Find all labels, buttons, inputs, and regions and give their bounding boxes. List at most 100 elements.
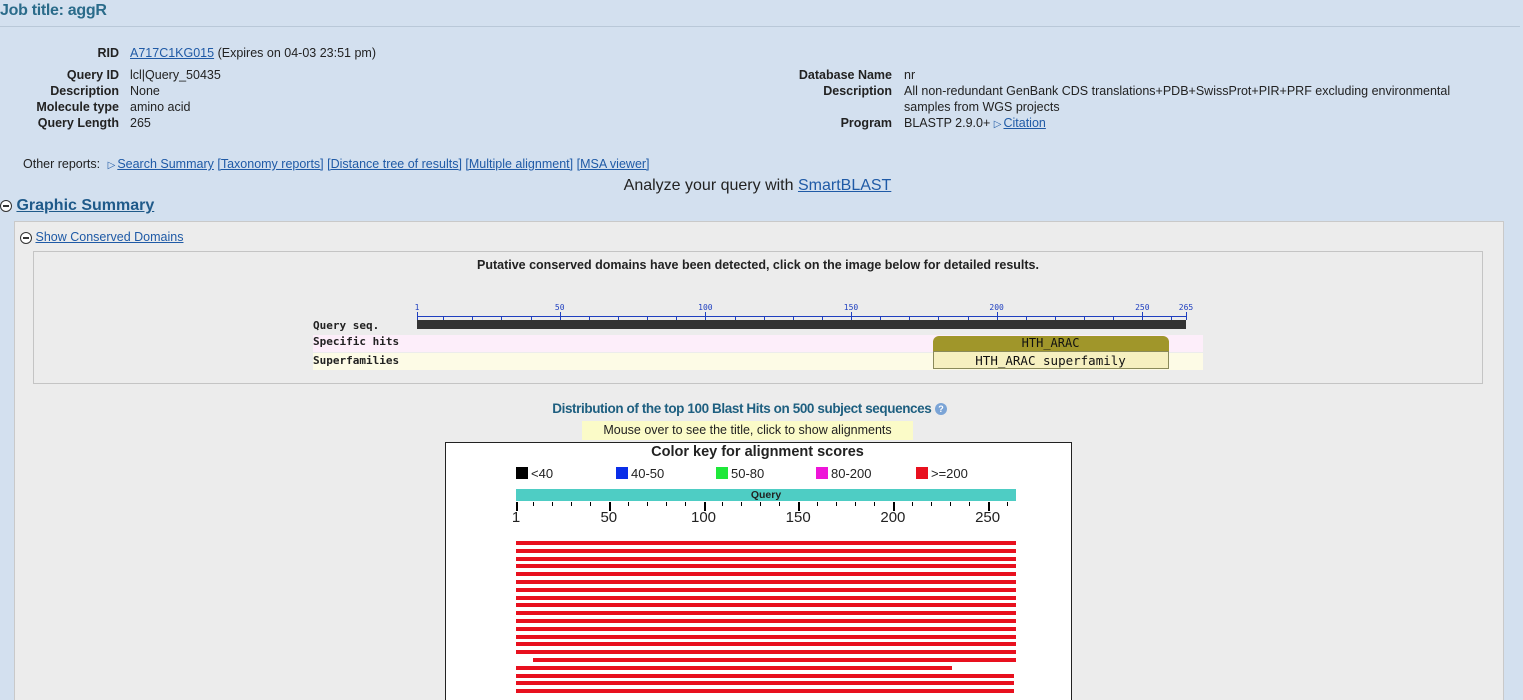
ruler-tick-label: 100	[698, 303, 713, 312]
axis-minor-tick	[665, 502, 667, 506]
smartblast-text: Analyze your query with	[623, 177, 794, 194]
rid-expires: (Expires on 04-03 23:51 pm)	[217, 46, 376, 60]
axis-minor-tick	[627, 502, 629, 506]
color-key-lt40: <40	[516, 466, 553, 481]
color-key-title: Color key for alignment scores	[651, 444, 864, 460]
ruler-tick-label: 1	[414, 303, 420, 312]
ruler-minor-tick	[1025, 316, 1027, 320]
smartblast-link[interactable]: SmartBLAST	[798, 177, 891, 194]
superfamily-hit-hth-arac[interactable]: HTH_ARAC superfamily	[932, 351, 1169, 369]
ruler-tick	[851, 312, 853, 320]
program-value: BLASTP 2.9.0+	[904, 116, 991, 130]
axis-minor-tick	[722, 502, 724, 506]
ruler-minor-tick	[1171, 316, 1173, 320]
program-label: Program	[840, 116, 892, 130]
taxonomy-reports-link[interactable]: [Taxonomy reports]	[217, 157, 323, 171]
mouseover-tooltip: Mouse over to see the title, click to sh…	[582, 421, 913, 440]
hit-bar[interactable]	[516, 541, 1016, 545]
db-description-line2: samples from WGS projects	[904, 100, 1060, 114]
hit-bar[interactable]	[516, 556, 1016, 561]
citation-link[interactable]: Citation	[1003, 116, 1045, 130]
distance-tree-link[interactable]: [Distance tree of results]	[327, 157, 462, 171]
ruler-tick-label: 265	[1178, 303, 1194, 312]
axis-minor-tick	[930, 502, 932, 506]
collapse-minus-icon[interactable]	[20, 231, 32, 244]
ruler-minor-tick	[647, 316, 649, 320]
hit-bar[interactable]	[516, 673, 1015, 678]
axis-minor-tick	[760, 502, 762, 506]
color-swatch	[616, 467, 628, 479]
hit-bar[interactable]	[516, 619, 1016, 623]
ruler-minor-tick	[880, 316, 882, 320]
color-swatch	[816, 467, 828, 479]
color-key-gte200: >=200	[916, 466, 968, 481]
hit-bar[interactable]	[516, 611, 1016, 616]
rid-row: A717C1KG015 (Expires on 04-03 23:51 pm)	[130, 46, 376, 60]
rid-label: RID	[97, 46, 119, 60]
query-length-label: Query Length	[37, 116, 119, 130]
multiple-alignment-link[interactable]: [Multiple alignment]	[465, 157, 573, 171]
color-key-80-200: 80-200	[816, 466, 871, 481]
hit-bar[interactable]	[516, 564, 1016, 569]
query-seq-label: Query seq.	[313, 319, 380, 332]
hit-bar[interactable]	[516, 634, 1016, 639]
ruler-minor-tick	[530, 316, 532, 320]
axis-tick-label: 250	[975, 509, 1001, 526]
graphic-summary-header[interactable]: Graphic Summary	[0, 197, 154, 215]
axis-minor-tick	[684, 502, 686, 506]
hit-bar[interactable]	[516, 650, 1016, 655]
hit-bar[interactable]	[516, 626, 1016, 631]
hit-bar[interactable]	[516, 572, 1016, 577]
hit-bar[interactable]	[516, 603, 1016, 608]
color-swatch	[916, 467, 928, 479]
ruler-tick	[559, 312, 561, 320]
database-name-value: nr	[904, 68, 916, 82]
hit-bar[interactable]	[516, 587, 1016, 592]
hit-bar[interactable]	[533, 658, 1016, 662]
hit-bar[interactable]	[516, 681, 1015, 686]
show-conserved-domains-toggle[interactable]: Show Conserved Domains	[20, 230, 183, 244]
specific-hit-hth-arac[interactable]: HTH_ARAC	[932, 336, 1169, 351]
hit-bar[interactable]	[516, 548, 1016, 553]
axis-minor-tick	[855, 502, 856, 506]
citation-triangle-icon: ▷	[993, 119, 1002, 130]
color-key-label: <40	[531, 466, 554, 481]
ruler-minor-tick	[1113, 316, 1115, 320]
ruler-minor-tick	[938, 316, 940, 320]
axis-tick-label: 150	[785, 509, 811, 526]
ruler-minor-tick	[1084, 316, 1086, 320]
question-circle-icon[interactable]: ?	[934, 403, 947, 416]
axis-tick-label: 50	[600, 509, 618, 526]
color-key-40-50: 40-50	[616, 466, 664, 481]
ruler-minor-tick	[1054, 316, 1056, 320]
color-key-label: 80-200	[831, 466, 872, 481]
hit-bar[interactable]	[516, 595, 1016, 600]
search-summary-link[interactable]: Search Summary	[117, 157, 214, 171]
rid-link[interactable]: A717C1KG015	[130, 46, 214, 60]
ruler-minor-tick	[501, 316, 503, 320]
axis-minor-tick	[533, 502, 535, 506]
axis-minor-tick	[836, 502, 838, 506]
graphic-summary-title[interactable]: Graphic Summary	[16, 197, 154, 214]
query-bar: Query	[516, 489, 1016, 501]
hit-bar[interactable]	[516, 665, 952, 670]
query-sequence-bar[interactable]	[417, 320, 1186, 329]
color-key-label: 40-50	[631, 466, 665, 481]
distribution-title-row: Distribution of the top 100 Blast Hits o…	[0, 401, 1499, 416]
msa-viewer-link[interactable]: [MSA viewer]	[577, 157, 650, 171]
axis-minor-tick	[646, 502, 648, 506]
ruler-tick-label: 200	[989, 303, 1004, 312]
axis-minor-tick	[949, 502, 951, 506]
query-id-value: lcl|Query_50435	[130, 68, 221, 82]
conserved-domains-notice: Putative conserved domains have been det…	[477, 258, 1039, 272]
distribution-title: Distribution of the top 100 Blast Hits o…	[552, 401, 932, 416]
axis-minor-tick	[551, 502, 553, 506]
collapse-minus-icon[interactable]	[0, 199, 12, 212]
hit-bar[interactable]	[516, 642, 1016, 647]
hit-bar[interactable]	[516, 580, 1016, 584]
show-conserved-domains-link[interactable]: Show Conserved Domains	[35, 230, 183, 244]
ruler-minor-tick	[676, 316, 678, 320]
job-title: Job title: aggR	[0, 2, 107, 19]
hit-bar[interactable]	[516, 689, 1015, 694]
db-description-label: Description	[823, 84, 892, 98]
